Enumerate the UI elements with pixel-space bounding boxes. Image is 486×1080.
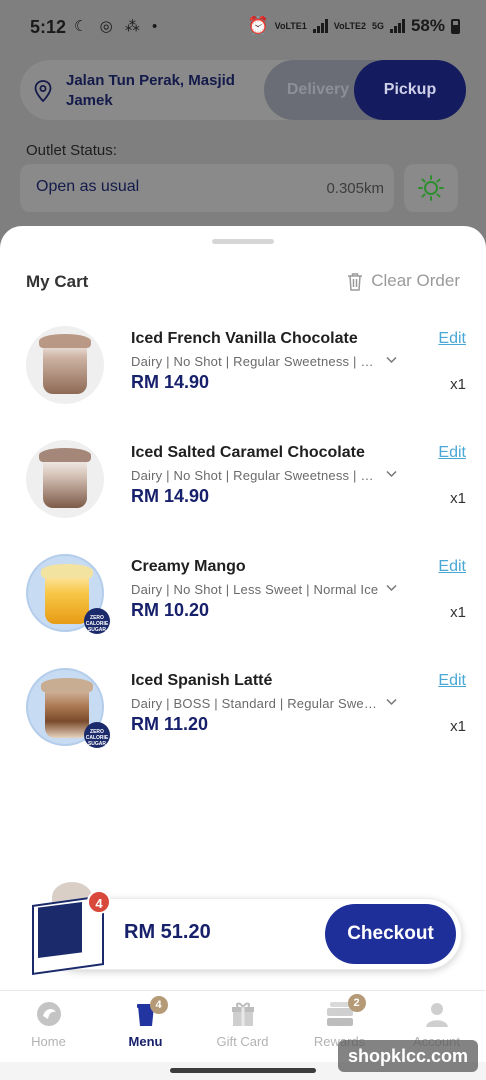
item-quantity: x1 (450, 604, 466, 621)
clear-order-button[interactable]: Clear Order (347, 271, 460, 291)
item-name: Iced French Vanilla Chocolate (131, 330, 358, 347)
cup-lid-graphic (39, 334, 91, 348)
sun-icon (418, 175, 444, 201)
watermark: shopklcc.com (338, 1040, 478, 1072)
location-pin-icon (34, 80, 52, 102)
cup-lid-graphic (39, 448, 91, 462)
signal-2-icon (389, 19, 405, 33)
menu-badge: 4 (149, 996, 168, 1014)
item-name: Creamy Mango (131, 558, 246, 575)
nav-gift-card[interactable]: Gift Card (194, 1000, 291, 1049)
outlet-status-text: Open as usual (36, 178, 140, 195)
nav-menu-label: Menu (128, 1034, 163, 1049)
battery-icon (451, 18, 460, 34)
cart-total: RM 51.20 (124, 921, 211, 943)
item-image: ZERO CALORIE SUGAR (26, 668, 110, 748)
item-price: RM 11.20 (131, 714, 209, 734)
item-price: RM 14.90 (131, 372, 210, 392)
item-options: Dairy | BOSS | Standard | Regular Sweetn… (131, 696, 383, 711)
person-icon (423, 1000, 451, 1028)
trash-icon (348, 272, 363, 291)
alarm-icon: ⏰ (247, 16, 269, 35)
chevron-down-icon[interactable] (386, 356, 397, 364)
item-quantity: x1 (450, 490, 466, 507)
nav-home-label: Home (31, 1034, 66, 1049)
status-right: ⏰ VoLTE1 VoLTE2 5G 58% (247, 16, 460, 36)
item-name: Iced Salted Caramel Chocolate (131, 444, 365, 461)
rewards-badge: 2 (347, 994, 366, 1012)
cup-lid-graphic (41, 678, 93, 692)
chevron-down-icon[interactable] (386, 584, 397, 592)
edit-link[interactable]: Edit (438, 672, 466, 690)
item-image (26, 440, 104, 518)
home-gesture-pill[interactable] (170, 1068, 316, 1073)
signal-1-icon (312, 19, 328, 33)
zero-sugar-badge: ZERO CALORIE SUGAR (84, 722, 110, 748)
edit-link[interactable]: Edit (438, 444, 466, 462)
cart-item: Iced French Vanilla Chocolate Dairy | No… (0, 326, 486, 436)
cart-title: My Cart (26, 272, 89, 291)
cup-lid-graphic (41, 564, 93, 578)
item-options: Dairy | No Shot | Regular Sweetness | No… (131, 354, 383, 369)
notification-icons: ☾ ◎ ⁂ • (74, 18, 162, 35)
nav-gift-card-label: Gift Card (216, 1034, 269, 1049)
edit-link[interactable]: Edit (438, 330, 466, 348)
checkout-button[interactable]: Checkout (325, 904, 456, 964)
network-label: 5G (371, 20, 384, 31)
gift-icon (229, 1000, 257, 1028)
nav-menu[interactable]: 4 Menu (97, 996, 194, 1049)
lte2-label: VoLTE2 (333, 20, 366, 31)
cart-count-badge: 4 (87, 890, 111, 914)
item-image: ZERO CALORIE SUGAR (26, 554, 110, 634)
item-name: Iced Spanish Latté (131, 672, 273, 689)
delivery-tab[interactable]: Delivery (278, 60, 358, 120)
item-price: RM 10.20 (131, 600, 210, 620)
item-quantity: x1 (450, 376, 466, 393)
outlet-distance: 0.305km (326, 180, 384, 197)
home-logo-icon (35, 1000, 63, 1028)
item-options: Dairy | No Shot | Less Sweet | Normal Ic… (131, 582, 379, 597)
chevron-down-icon[interactable] (386, 470, 397, 478)
cart-item: ZERO CALORIE SUGAR Iced Spanish Latté Da… (0, 668, 486, 778)
zero-sugar-badge: ZERO CALORIE SUGAR (84, 608, 110, 634)
item-price: RM 14.90 (131, 486, 210, 506)
outlet-status-label: Outlet Status: (26, 142, 117, 159)
lte1-label: VoLTE1 (274, 20, 307, 31)
item-quantity: x1 (450, 718, 466, 735)
item-options: Dairy | No Shot | Regular Sweetness | No… (131, 468, 383, 483)
nav-home[interactable]: Home (0, 1000, 97, 1049)
cup-icon: 4 (132, 996, 168, 1028)
cart-item: ZERO CALORIE SUGAR Creamy Mango Dairy | … (0, 554, 486, 664)
clear-order-label: Clear Order (371, 271, 460, 290)
status-bar: 5:12 ☾ ◎ ⁂ • ⏰ VoLTE1 VoLTE2 5G 58% (0, 0, 486, 54)
cart-item: Iced Salted Caramel Chocolate Dairy | No… (0, 440, 486, 550)
drag-handle[interactable] (212, 239, 274, 244)
rewards-icon: 2 (326, 994, 366, 1028)
item-image (26, 326, 104, 404)
chevron-down-icon[interactable] (386, 698, 397, 706)
status-time: 5:12 (30, 17, 67, 37)
zus-logo-icon (38, 902, 82, 958)
address-text[interactable]: Jalan Tun Perak, Masjid Jamek (66, 71, 256, 111)
pickup-tab[interactable]: Pickup (354, 60, 466, 120)
edit-link[interactable]: Edit (438, 558, 466, 576)
battery-percent: 58% (410, 16, 445, 35)
